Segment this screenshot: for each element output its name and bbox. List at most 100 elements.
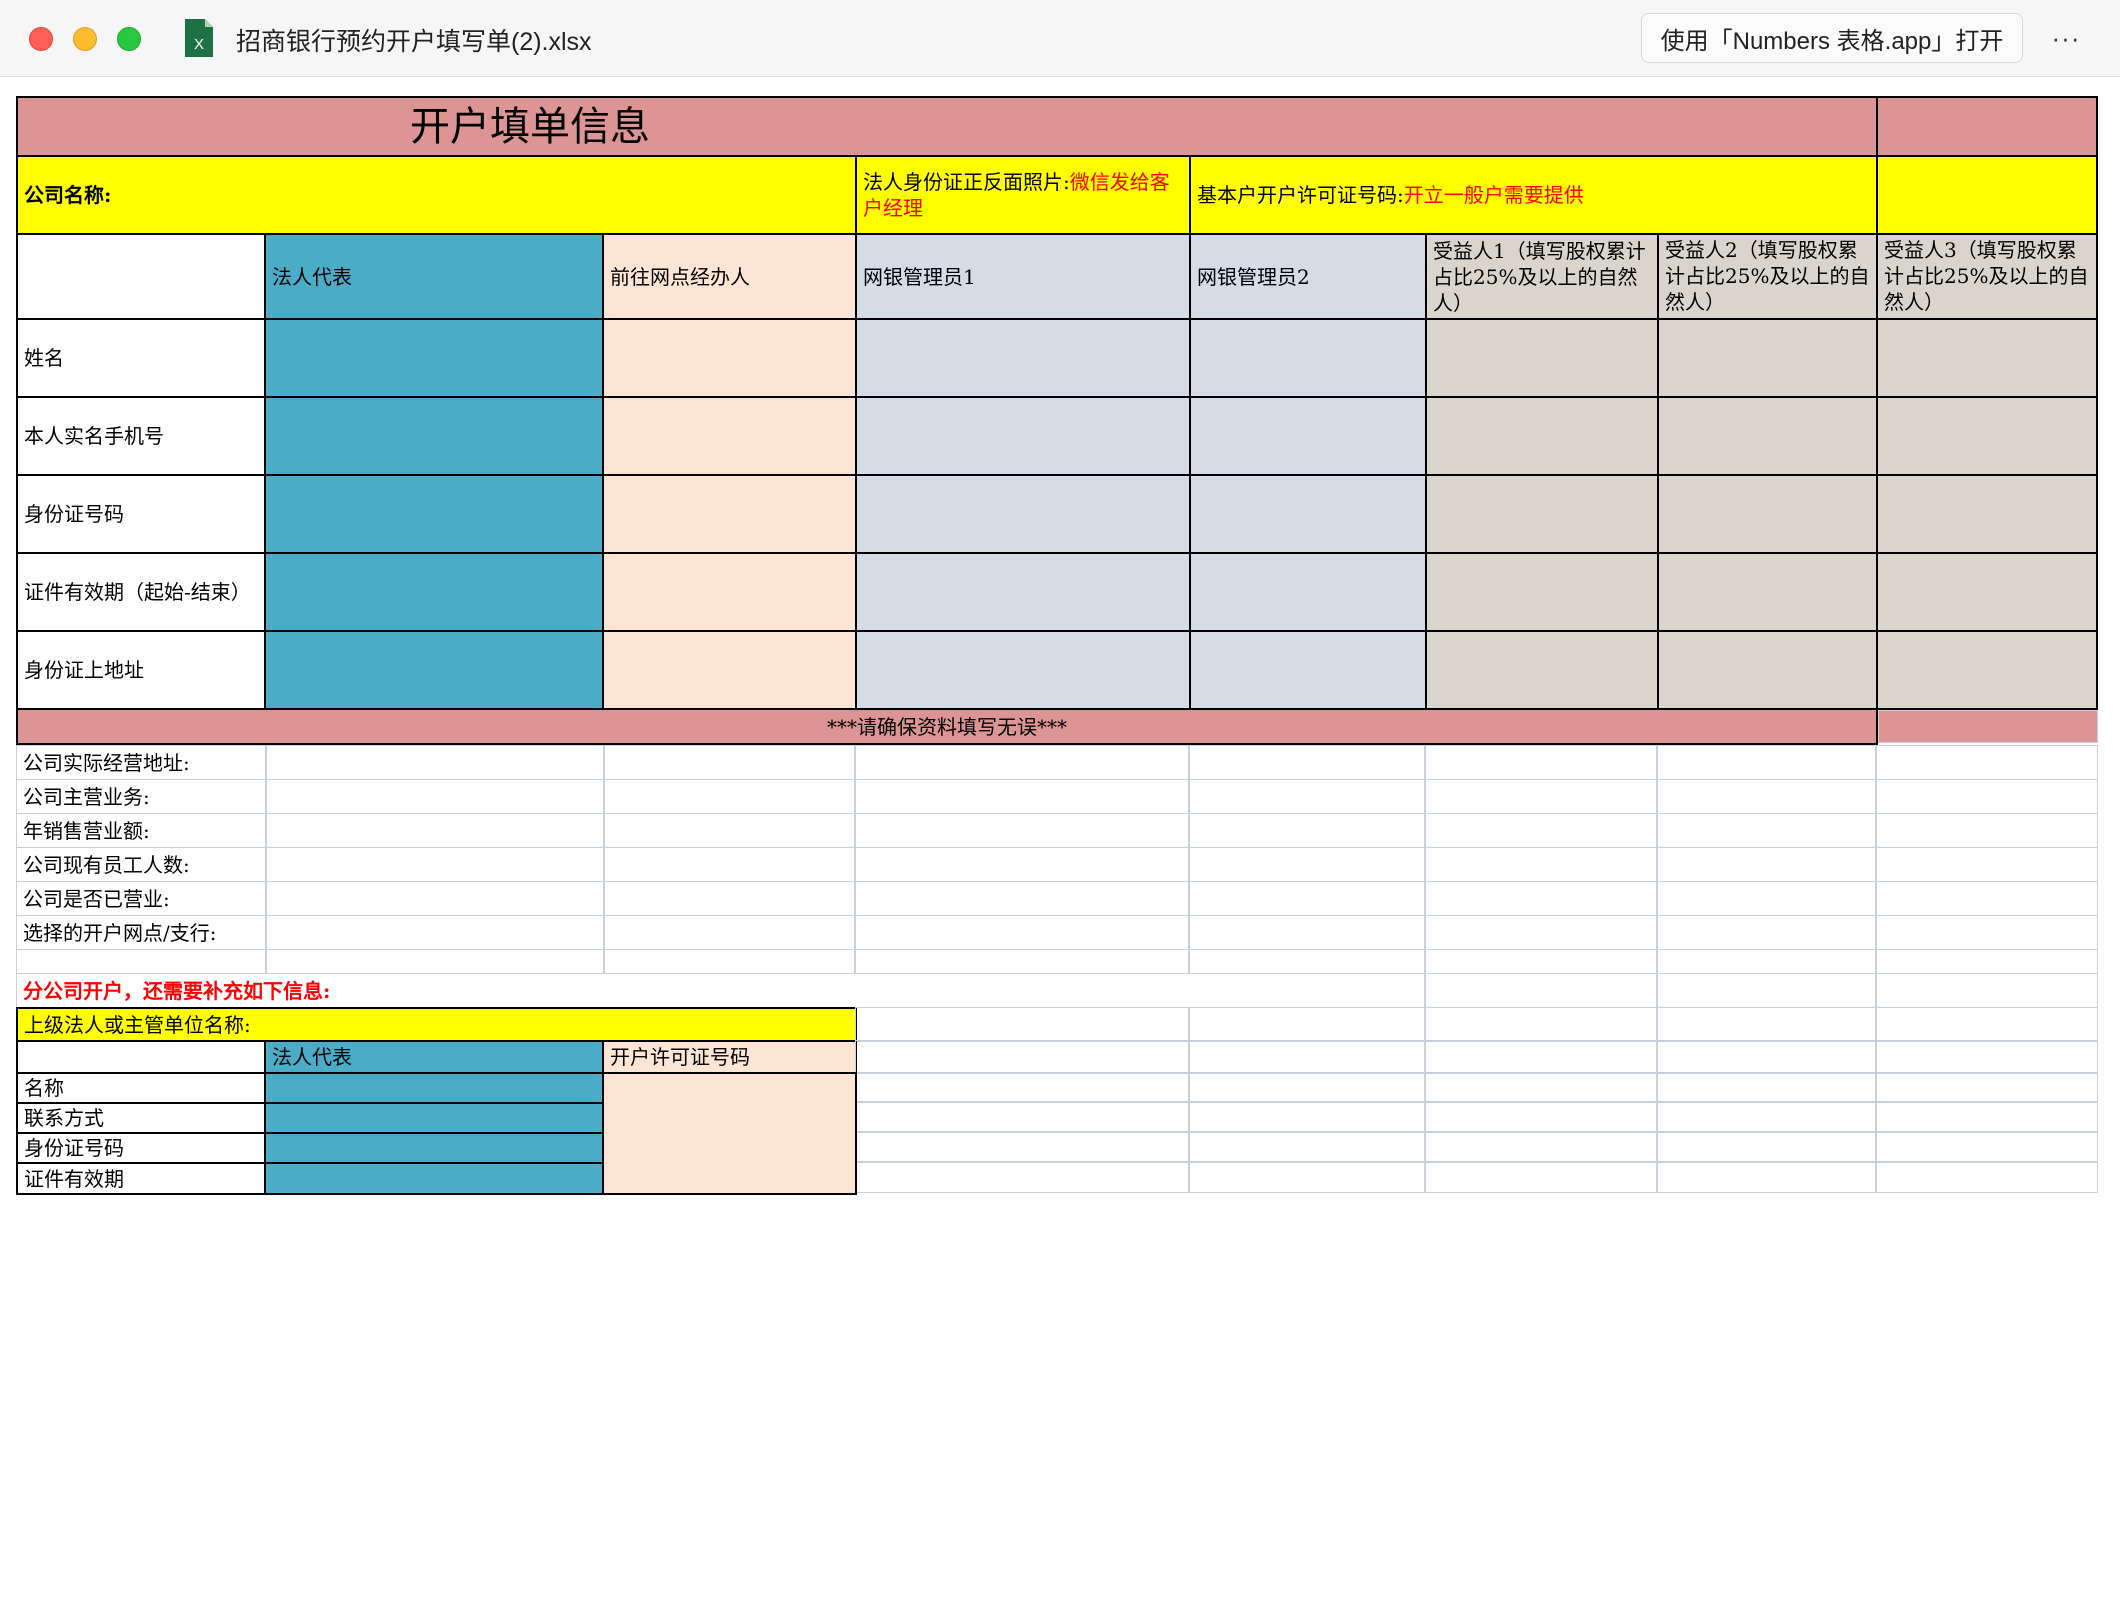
input-cell[interactable] <box>855 552 1191 632</box>
grid-cell[interactable] <box>1876 813 2098 848</box>
grid-cell[interactable] <box>1657 1102 1876 1132</box>
close-window-button[interactable] <box>29 27 53 51</box>
grid-cell[interactable] <box>855 847 1189 882</box>
grid-cell[interactable] <box>1657 1007 1876 1042</box>
grid-cell[interactable] <box>266 779 604 814</box>
input-cell[interactable] <box>855 474 1191 554</box>
col-header-branch-agent[interactable]: 前往网点经办人 <box>602 233 857 320</box>
input-cell[interactable] <box>1189 552 1427 632</box>
input-cell[interactable] <box>264 552 604 632</box>
grid-cell[interactable] <box>1425 915 1657 950</box>
grid-cell[interactable] <box>604 915 855 950</box>
input-cell[interactable] <box>264 1162 604 1195</box>
grid-cell[interactable] <box>855 1007 1189 1042</box>
input-cell[interactable] <box>1876 474 2098 554</box>
sub-row-name[interactable]: 名称 <box>16 1072 266 1104</box>
grid-cell[interactable] <box>1876 1007 2098 1042</box>
grid-cell[interactable] <box>1425 881 1657 916</box>
grid-cell[interactable] <box>855 1072 1189 1102</box>
grid-cell[interactable] <box>855 1040 1189 1074</box>
input-cell[interactable] <box>1876 552 2098 632</box>
grid-cell[interactable] <box>1189 813 1425 848</box>
grid-cell[interactable] <box>266 915 604 950</box>
grid-cell[interactable] <box>1657 1162 1876 1193</box>
col-header-beneficiary-3[interactable]: 受益人3（填写股权累计占比25%及以上的自然人） <box>1876 233 2098 320</box>
header-blank-cell[interactable] <box>16 233 266 320</box>
input-cell[interactable] <box>264 318 604 398</box>
label-in-operation[interactable]: 公司是否已营业: <box>16 881 266 916</box>
input-cell[interactable] <box>1657 630 1878 710</box>
row-label-phone[interactable]: 本人实名手机号 <box>16 396 266 476</box>
grid-cell[interactable] <box>1657 1132 1876 1162</box>
grid-cell[interactable] <box>1425 973 1657 1008</box>
grid-cell[interactable] <box>1657 881 1876 916</box>
row-label-validity[interactable]: 证件有效期（起始-结束） <box>16 552 266 632</box>
id-photo-cell[interactable]: 法人身份证正反面照片:微信发给客户经理 <box>855 155 1191 235</box>
input-cell[interactable] <box>855 630 1191 710</box>
zoom-window-button[interactable] <box>117 27 141 51</box>
grid-cell[interactable] <box>855 949 1189 974</box>
grid-cell[interactable] <box>1425 1102 1657 1132</box>
grid-cell[interactable] <box>855 813 1189 848</box>
grid-cell[interactable] <box>1657 949 1876 974</box>
company-name-label[interactable]: 公司名称: <box>16 155 857 235</box>
grid-cell[interactable] <box>1876 915 2098 950</box>
input-cell[interactable] <box>855 396 1191 476</box>
grid-cell[interactable] <box>1876 881 2098 916</box>
grid-cell[interactable] <box>1425 1132 1657 1162</box>
grid-cell[interactable] <box>266 949 604 974</box>
grid-cell[interactable] <box>1189 915 1425 950</box>
grid-cell[interactable] <box>1189 1007 1425 1042</box>
grid-cell[interactable] <box>1425 813 1657 848</box>
col-header-legal-rep[interactable]: 法人代表 <box>264 233 604 320</box>
row-label-address[interactable]: 身份证上地址 <box>16 630 266 710</box>
grid-cell[interactable] <box>855 915 1189 950</box>
input-cell[interactable] <box>602 396 857 476</box>
sub-row-contact[interactable]: 联系方式 <box>16 1102 266 1134</box>
grid-cell[interactable] <box>1657 1072 1876 1102</box>
grid-cell[interactable] <box>1657 847 1876 882</box>
grid-cell[interactable] <box>855 1132 1189 1162</box>
grid-cell[interactable] <box>1876 1162 2098 1193</box>
grid-cell[interactable] <box>1189 949 1425 974</box>
grid-cell[interactable] <box>1189 779 1425 814</box>
notice-extra-cell[interactable] <box>1878 710 2098 743</box>
input-cell[interactable] <box>1425 396 1659 476</box>
grid-cell[interactable] <box>1425 779 1657 814</box>
grid-cell[interactable] <box>604 779 855 814</box>
grid-cell[interactable] <box>1657 915 1876 950</box>
grid-cell[interactable] <box>1189 1132 1425 1162</box>
grid-cell[interactable] <box>604 881 855 916</box>
grid-cell[interactable] <box>1189 1072 1425 1102</box>
input-cell[interactable] <box>855 318 1191 398</box>
grid-cell[interactable] <box>1657 973 1876 1008</box>
grid-cell[interactable] <box>855 1102 1189 1132</box>
grid-cell[interactable] <box>604 745 855 780</box>
input-cell[interactable] <box>1425 474 1659 554</box>
sub-row-id-number[interactable]: 身份证号码 <box>16 1132 266 1164</box>
parent-entity-label[interactable]: 上级法人或主管单位名称: <box>16 1007 857 1042</box>
col-header-ebank-admin-2[interactable]: 网银管理员2 <box>1189 233 1427 320</box>
sub-row-validity[interactable]: 证件有效期 <box>16 1162 266 1195</box>
grid-cell[interactable] <box>1876 779 2098 814</box>
grid-cell[interactable] <box>1425 847 1657 882</box>
grid-cell[interactable] <box>1189 745 1425 780</box>
grid-cell[interactable] <box>855 745 1189 780</box>
grid-cell[interactable] <box>604 847 855 882</box>
input-cell[interactable] <box>1189 630 1427 710</box>
grid-cell[interactable] <box>1425 1007 1657 1042</box>
input-cell[interactable] <box>264 396 604 476</box>
input-cell[interactable] <box>1425 630 1659 710</box>
grid-cell[interactable] <box>1876 973 2098 1008</box>
grid-cell[interactable] <box>266 813 604 848</box>
grid-cell[interactable] <box>16 949 266 974</box>
grid-cell[interactable] <box>1876 1132 2098 1162</box>
minimize-window-button[interactable] <box>73 27 97 51</box>
grid-cell[interactable] <box>1876 949 2098 974</box>
input-cell[interactable] <box>264 474 604 554</box>
input-cell[interactable] <box>1189 396 1427 476</box>
grid-cell[interactable] <box>855 1162 1189 1193</box>
grid-cell[interactable] <box>1657 1040 1876 1074</box>
input-cell[interactable] <box>1657 396 1878 476</box>
input-cell[interactable] <box>1425 318 1659 398</box>
